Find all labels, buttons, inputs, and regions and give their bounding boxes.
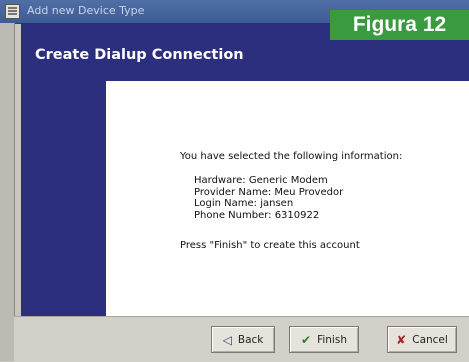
hardware-line: Hardware: Generic Modem xyxy=(194,175,328,186)
left-frame xyxy=(0,23,15,361)
summary-details: Hardware: Generic Modem Provider Name: M… xyxy=(194,175,343,221)
back-arrow-icon: ◁ xyxy=(222,332,232,347)
cancel-button-label: Cancel xyxy=(412,333,448,346)
window-menu-icon[interactable] xyxy=(5,4,20,19)
back-button[interactable]: ◁ Back xyxy=(211,326,275,353)
checkmark-icon: ✔ xyxy=(301,332,312,347)
window-title: Add new Device Type xyxy=(27,4,145,17)
x-icon: ✘ xyxy=(396,332,407,347)
dialog-window: Add new Device Type Create Dialup Connec… xyxy=(0,0,469,362)
phone-number-line: Phone Number: 6310922 xyxy=(194,209,320,221)
cancel-button[interactable]: ✘ Cancel xyxy=(387,326,457,353)
finish-button-label: Finish xyxy=(317,333,347,346)
login-name-line: Login Name: jansen xyxy=(194,198,294,210)
button-bar: ◁ Back ✔ Finish ✘ Cancel xyxy=(14,316,469,362)
finish-button[interactable]: ✔ Finish xyxy=(289,326,359,353)
finish-instruction: Press "Finish" to create this account xyxy=(180,240,360,251)
page-title: Create Dialup Connection xyxy=(35,47,244,63)
figure-label: Figura 12 xyxy=(330,10,469,40)
summary-page: You have selected the following informat… xyxy=(106,81,469,316)
summary-intro: You have selected the following informat… xyxy=(180,151,403,162)
back-button-label: Back xyxy=(237,333,264,346)
provider-name-line: Provider Name: Meu Provedor xyxy=(194,186,344,198)
wizard-sidebar xyxy=(21,81,106,316)
